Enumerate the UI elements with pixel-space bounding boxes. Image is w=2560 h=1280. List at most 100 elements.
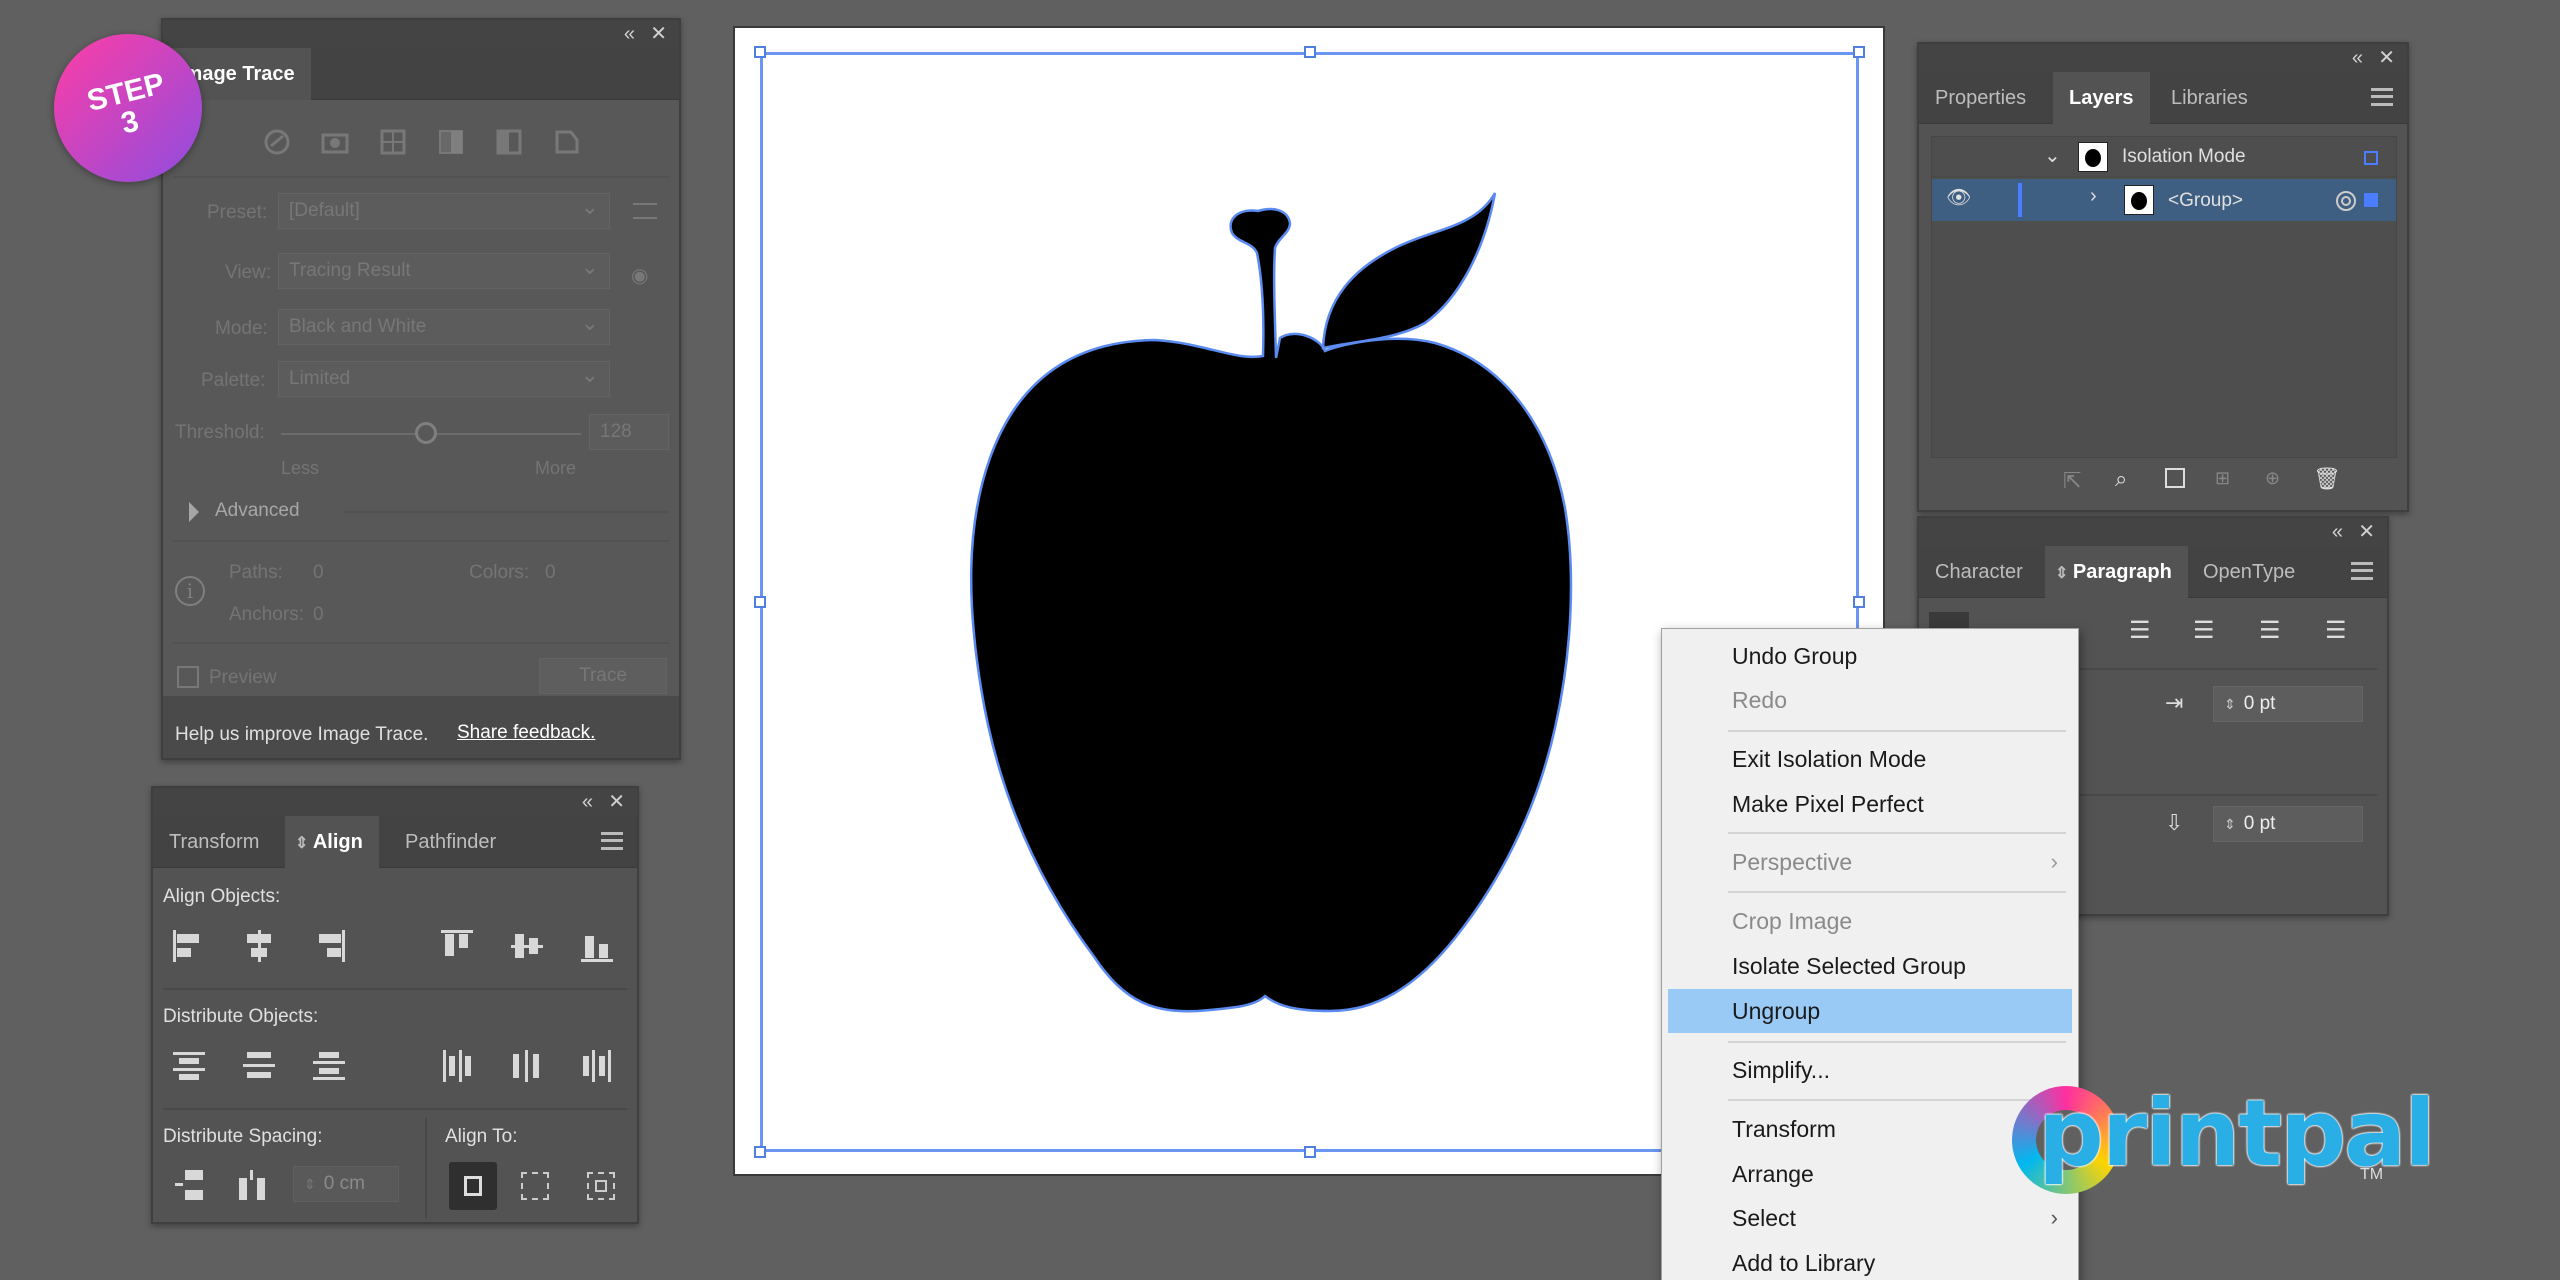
horizontal-align-center-icon[interactable] xyxy=(241,928,277,964)
menu-item-redo[interactable]: Redo xyxy=(1662,680,2078,720)
view-select[interactable]: Tracing Result xyxy=(278,250,610,289)
vertical-distribute-space-icon[interactable] xyxy=(171,1168,207,1204)
tab-properties[interactable]: Properties xyxy=(1919,72,2042,124)
export-icon[interactable]: ⇱ xyxy=(2063,468,2081,494)
threshold-slider-thumb[interactable] xyxy=(415,422,437,444)
align-to-selection-icon[interactable] xyxy=(449,1162,497,1210)
black-white-icon[interactable] xyxy=(491,124,527,160)
horizontal-distribute-space-icon[interactable] xyxy=(235,1168,271,1204)
target-icon[interactable] xyxy=(2336,191,2356,211)
menu-item-isolate-selected-group[interactable]: Isolate Selected Group xyxy=(1662,946,2078,986)
layer-selection-marker[interactable] xyxy=(2364,193,2378,207)
layer-row[interactable]: ⌄ Isolation Mode xyxy=(1932,137,2396,177)
tab-opentype[interactable]: OpenType xyxy=(2187,546,2311,598)
horizontal-align-left-icon[interactable] xyxy=(171,928,207,964)
tab-libraries[interactable]: Libraries xyxy=(2155,72,2264,124)
menu-item-make-pixel-perfect[interactable]: Make Pixel Perfect xyxy=(1662,784,2078,824)
layer-name[interactable]: <Group> xyxy=(2168,190,2243,212)
preview-checkbox[interactable] xyxy=(177,666,199,688)
right-indent-input[interactable]: ⇕ 0 pt xyxy=(2213,686,2363,722)
camera-icon[interactable] xyxy=(317,124,353,160)
eye-icon[interactable]: ◉ xyxy=(631,263,648,288)
stepper-icon[interactable]: ⇕ xyxy=(2224,696,2236,712)
tab-character[interactable]: Character xyxy=(1919,546,2039,598)
resize-handle[interactable] xyxy=(754,596,766,608)
justify-last-center-icon[interactable]: ☰ xyxy=(2193,616,2215,645)
trace-button[interactable]: Trace xyxy=(539,658,667,694)
eye-icon[interactable]: 👁 xyxy=(1946,185,1971,210)
layer-row-selected[interactable]: 👁 › <Group> xyxy=(1932,179,2396,221)
close-icon[interactable]: ✕ xyxy=(2378,48,2395,68)
vertical-align-center-icon[interactable] xyxy=(509,928,545,964)
space-after-input[interactable]: ⇕ 0 pt xyxy=(2213,806,2363,842)
justify-last-left-icon[interactable]: ☰ xyxy=(2129,616,2151,645)
stepper-icon[interactable]: ⇕ xyxy=(2224,816,2236,832)
close-icon[interactable]: ✕ xyxy=(2358,522,2375,542)
resize-handle[interactable] xyxy=(1853,46,1865,58)
tab-layers[interactable]: Layers xyxy=(2053,72,2150,124)
horizontal-align-right-icon[interactable] xyxy=(311,928,347,964)
chevron-down-icon[interactable]: ⌄ xyxy=(2044,143,2061,168)
menu-item-undo-group[interactable]: Undo Group xyxy=(1662,636,2078,676)
new-sublayer-icon[interactable]: ⊞ xyxy=(2215,468,2230,489)
horizontal-distribute-center-icon[interactable] xyxy=(509,1048,545,1084)
grayscale-icon[interactable] xyxy=(433,124,469,160)
menu-item-ungroup[interactable]: Ungroup xyxy=(1668,989,2072,1033)
panel-titlebar[interactable]: « ✕ xyxy=(1919,518,2387,546)
resize-handle[interactable] xyxy=(1304,46,1316,58)
menu-item-crop-image[interactable]: Crop Image xyxy=(1662,901,2078,941)
align-to-key-object-icon[interactable] xyxy=(587,1172,615,1200)
vertical-distribute-center-icon[interactable] xyxy=(241,1048,277,1084)
layer-selection-marker[interactable] xyxy=(2364,151,2378,165)
panel-menu-icon[interactable] xyxy=(2351,562,2373,580)
vertical-distribute-bottom-icon[interactable] xyxy=(311,1048,347,1084)
stepper-icon[interactable]: ⇕ xyxy=(304,1176,316,1192)
vertical-align-bottom-icon[interactable] xyxy=(579,928,615,964)
panel-menu-icon[interactable] xyxy=(2371,88,2393,106)
menu-item-perspective[interactable]: Perspective › xyxy=(1662,842,2078,882)
resize-handle[interactable] xyxy=(754,1146,766,1158)
resize-handle[interactable] xyxy=(1853,596,1865,608)
resize-handle[interactable] xyxy=(754,46,766,58)
collapse-icon[interactable]: « xyxy=(2332,522,2343,542)
threshold-value[interactable]: 128 xyxy=(589,414,669,450)
high-color-icon[interactable] xyxy=(375,124,411,160)
outline-icon[interactable] xyxy=(549,124,585,160)
advanced-label[interactable]: Advanced xyxy=(215,500,300,522)
share-feedback-link[interactable]: Share feedback. xyxy=(457,722,595,744)
justify-all-icon[interactable]: ☰ xyxy=(2325,616,2347,645)
menu-item-add-to-library[interactable]: Add to Library xyxy=(1662,1243,2078,1280)
panel-menu-icon[interactable] xyxy=(601,832,623,850)
trash-icon[interactable]: 🗑 xyxy=(2313,466,2341,492)
collapse-icon[interactable]: « xyxy=(2352,48,2363,68)
palette-select[interactable]: Limited xyxy=(278,358,610,397)
justify-last-right-icon[interactable]: ☰ xyxy=(2259,616,2281,645)
preset-select[interactable]: [Default] xyxy=(278,190,610,229)
advanced-toggle-icon[interactable] xyxy=(189,502,199,522)
panel-titlebar[interactable]: « ✕ xyxy=(153,788,637,816)
mode-select[interactable]: Black and White xyxy=(278,306,610,345)
tab-align[interactable]: ⇕ Align xyxy=(285,816,379,868)
vertical-distribute-top-icon[interactable] xyxy=(171,1048,207,1084)
close-icon[interactable]: ✕ xyxy=(650,24,667,44)
clipping-mask-icon[interactable] xyxy=(2165,468,2185,488)
collapse-icon[interactable]: « xyxy=(624,24,635,44)
resize-handle[interactable] xyxy=(1304,1146,1316,1158)
tab-pathfinder[interactable]: Pathfinder xyxy=(389,816,512,868)
panel-titlebar[interactable]: « ✕ xyxy=(163,20,679,48)
tab-paragraph[interactable]: ⇕ Paragraph xyxy=(2045,546,2188,598)
layer-name[interactable]: Isolation Mode xyxy=(2122,146,2246,168)
new-layer-icon[interactable]: ⊕ xyxy=(2265,468,2280,489)
tab-transform[interactable]: Transform xyxy=(153,816,275,868)
collapse-icon[interactable]: « xyxy=(582,792,593,812)
auto-color-icon[interactable] xyxy=(259,124,295,160)
horizontal-distribute-left-icon[interactable] xyxy=(439,1048,475,1084)
menu-item-select[interactable]: Select › xyxy=(1662,1198,2078,1238)
menu-item-exit-isolation-mode[interactable]: Exit Isolation Mode xyxy=(1662,739,2078,779)
chevron-right-icon[interactable]: › xyxy=(2090,185,2097,208)
horizontal-distribute-right-icon[interactable] xyxy=(579,1048,615,1084)
spacing-input[interactable]: ⇕ 0 cm xyxy=(293,1166,399,1202)
align-to-artboard-icon[interactable] xyxy=(521,1172,549,1200)
search-icon[interactable]: ⌕ xyxy=(2115,466,2127,492)
panel-titlebar[interactable]: « ✕ xyxy=(1919,44,2407,72)
